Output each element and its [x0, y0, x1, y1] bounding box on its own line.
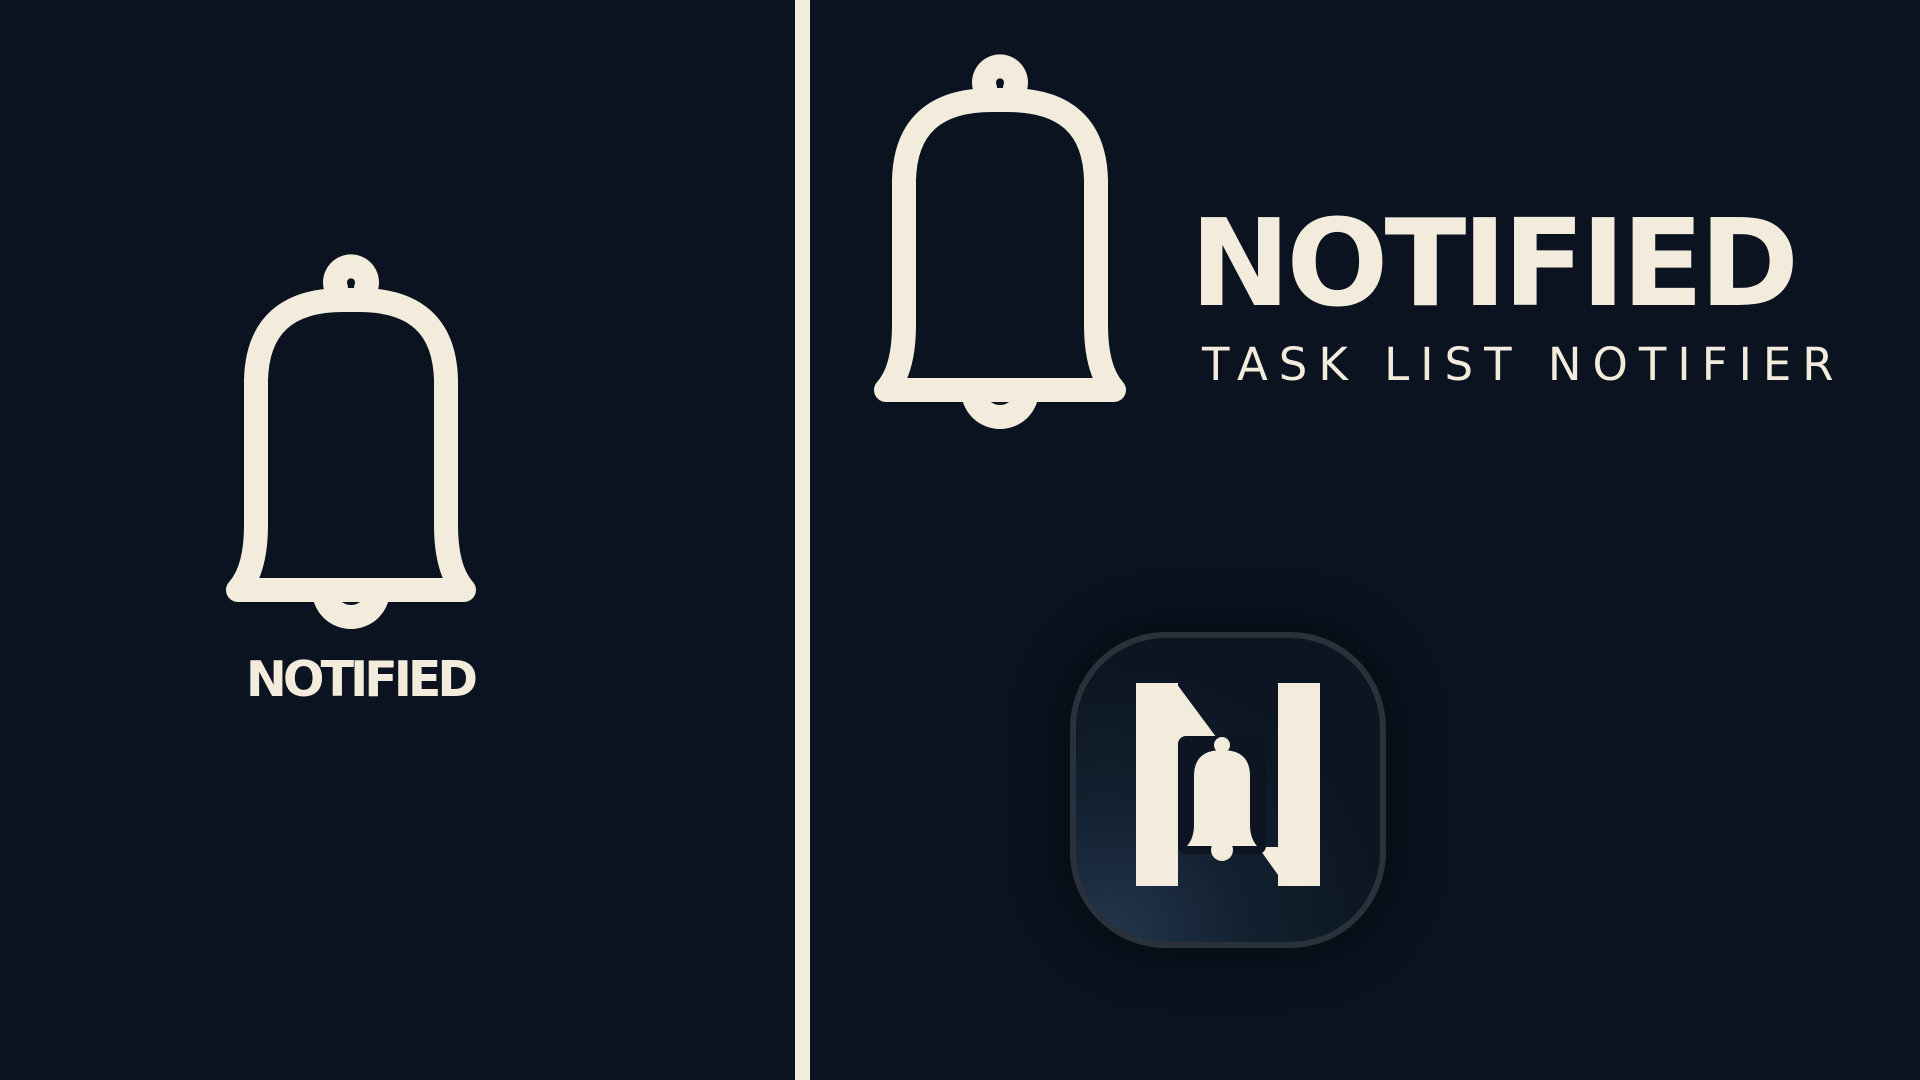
- bell-outline-icon: [226, 254, 476, 629]
- wordmark-large: NOTIFIED: [1190, 195, 1799, 334]
- vertical-divider: [795, 0, 810, 1080]
- tagline: TASK LIST NOTIFIER: [1202, 338, 1845, 391]
- bell-outline-icon: [874, 54, 1126, 429]
- app-icon-mark: [1136, 683, 1320, 886]
- bell-filled-icon: [1178, 736, 1266, 861]
- wordmark: NOTIFIED: [245, 651, 478, 708]
- app-icon-tile: [1070, 632, 1386, 948]
- logo-presentation-board: NOTIFIED NOTIFIED TASK LIST NOTIFIER: [0, 0, 1920, 1080]
